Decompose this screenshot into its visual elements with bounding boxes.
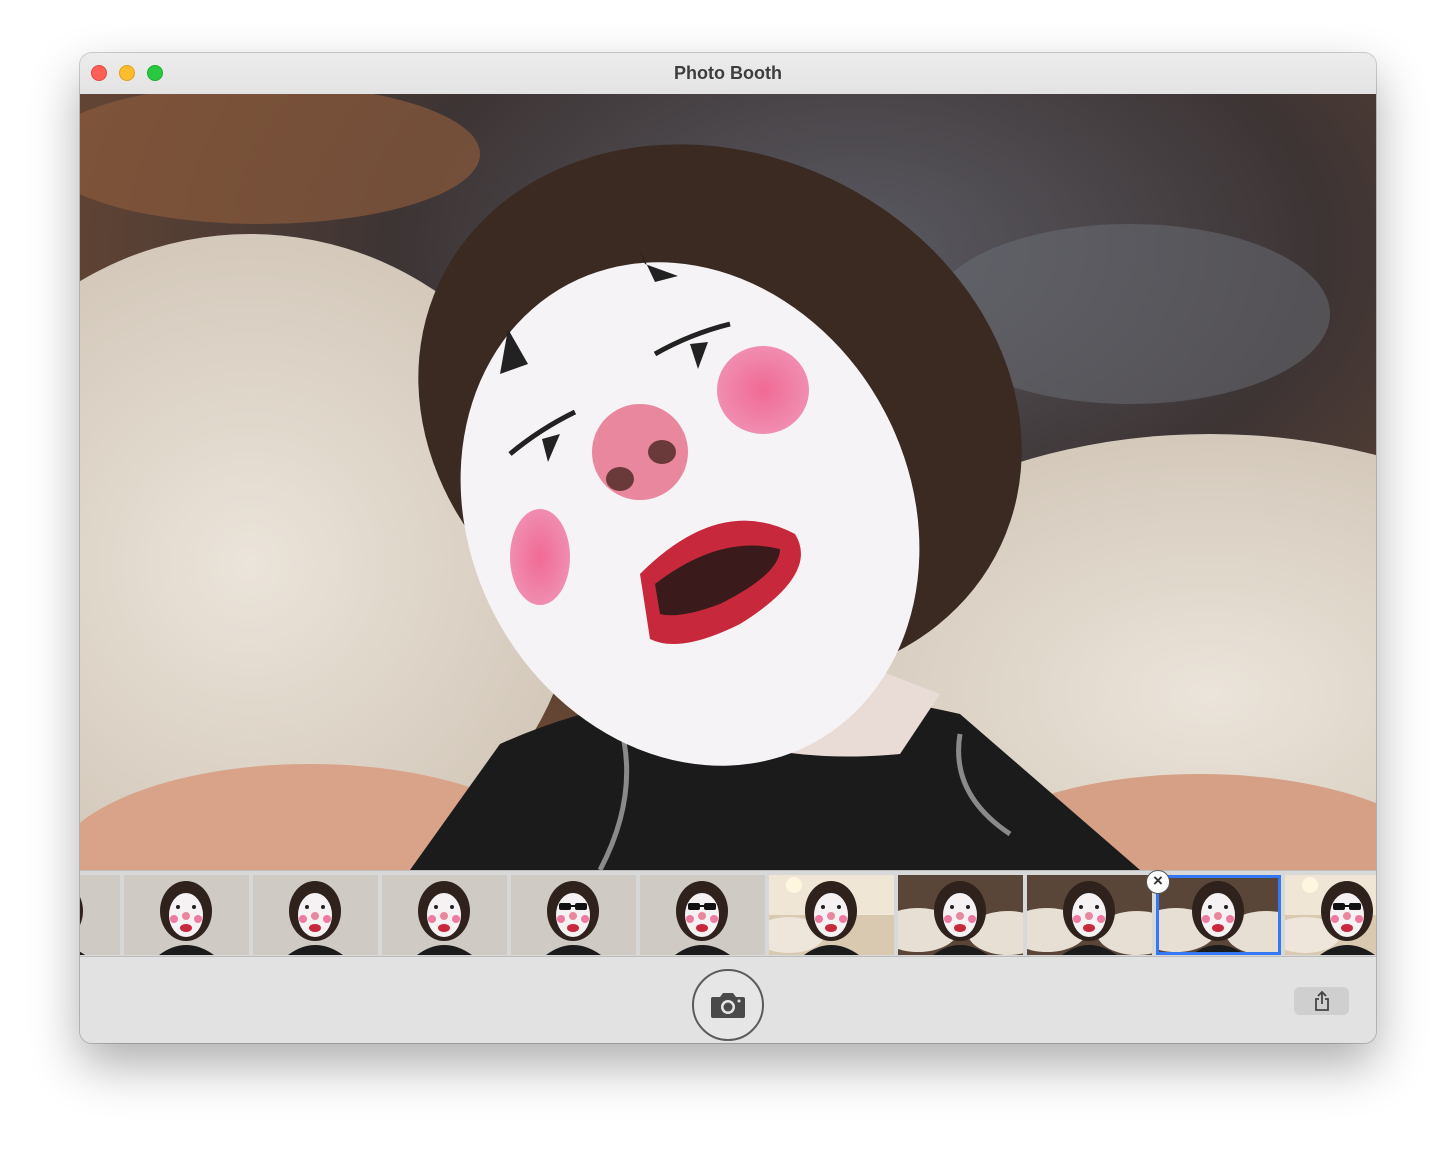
photo-booth-window: Photo Booth ×	[80, 53, 1376, 1043]
thumbnail-photo	[1156, 875, 1281, 955]
filmstrip-thumbnail[interactable]	[80, 875, 120, 955]
thumbnail-photo	[1285, 875, 1376, 955]
filmstrip-thumbnail[interactable]	[253, 875, 378, 955]
filmstrip-thumbnail[interactable]	[898, 875, 1023, 955]
filmstrip-thumbnail[interactable]	[1285, 875, 1376, 955]
clown-face-photo	[80, 94, 1376, 870]
share-icon	[1314, 990, 1329, 1011]
bottom-toolbar	[80, 957, 1376, 1043]
filmstrip-thumbnail[interactable]	[640, 875, 765, 955]
filmstrip-thumbnail[interactable]	[1027, 875, 1152, 955]
filmstrip-thumbnail[interactable]	[124, 875, 249, 955]
thumbnail-photo	[124, 875, 249, 955]
window-title: Photo Booth	[674, 63, 782, 83]
filmstrip-thumbnail[interactable]	[511, 875, 636, 955]
take-photo-button[interactable]	[692, 969, 764, 1041]
thumbnail-photo	[382, 875, 507, 955]
thumbnail-photo	[80, 875, 120, 955]
title-bar: Photo Booth	[80, 53, 1376, 95]
filmstrip-thumbnail[interactable]	[769, 875, 894, 955]
close-x-icon: ×	[1153, 871, 1163, 890]
filmstrip-thumbnail[interactable]	[382, 875, 507, 955]
thumbnail-photo	[1027, 875, 1152, 955]
thumbnail-photo	[253, 875, 378, 955]
camera-icon	[711, 993, 745, 1018]
thumbnail-photo	[769, 875, 894, 955]
filmstrip-thumbnail[interactable]	[1156, 875, 1281, 955]
thumbnail-photo	[898, 875, 1023, 955]
photo-filmstrip[interactable]	[80, 870, 1376, 957]
thumbnail-photo	[640, 875, 765, 955]
camera-preview	[80, 94, 1376, 870]
thumbnail-photo	[511, 875, 636, 955]
delete-photo-button[interactable]: ×	[1146, 870, 1170, 894]
share-button[interactable]	[1294, 987, 1349, 1015]
